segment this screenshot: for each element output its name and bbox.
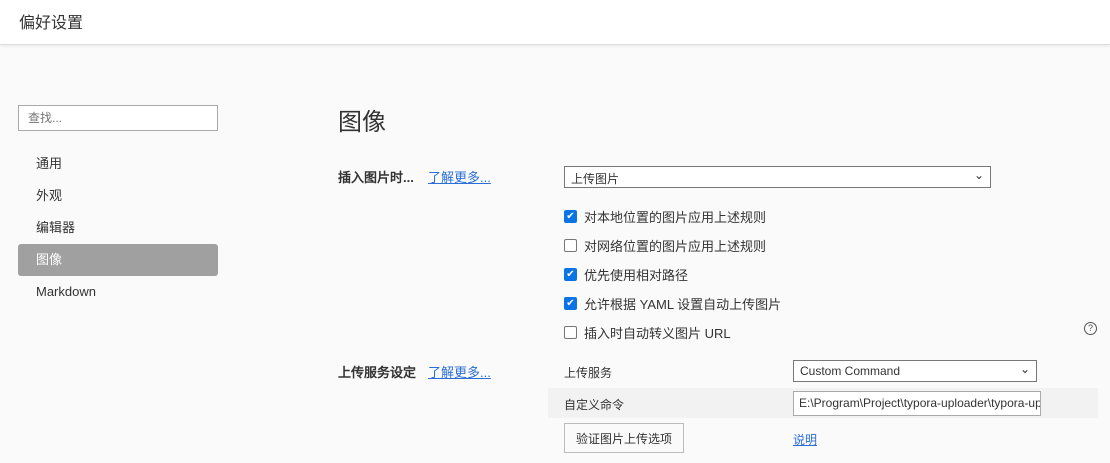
checkbox-label: 对网络位置的图片应用上述规则 [584,239,767,254]
window-header: 偏好设置 [0,0,1110,45]
custom-command-input[interactable]: E:\Program\Project\typora-uploader\typor… [793,391,1041,416]
checkbox-label: 插入时自动转义图片 URL [584,326,731,341]
checkbox-checked-icon: ✔ [564,210,577,223]
upload-service-select[interactable]: Custom Command ⌄ [793,360,1037,382]
search-input[interactable] [18,105,218,131]
checkbox-local-images[interactable]: ✔ 对本地位置的图片应用上述规则 [564,207,766,226]
verify-upload-button[interactable]: 验证图片上传选项 [564,423,684,453]
insert-learn-more-link[interactable]: 了解更多... [428,167,491,186]
checkbox-network-images[interactable]: 对网络位置的图片应用上述规则 [564,236,766,255]
select-value: 上传图片 [571,172,620,186]
sidebar-item-markdown[interactable]: Markdown [18,276,218,308]
window-title: 偏好设置 [19,15,84,32]
select-value: Custom Command [800,364,901,378]
sidebar-item-image[interactable]: 图像 [18,244,218,276]
upload-service-settings-label: 上传服务设定 [338,365,417,380]
upload-service-label: 上传服务 [564,366,613,380]
insert-action-select[interactable]: 上传图片 ⌄ [564,166,991,188]
chevron-down-icon: ⌄ [973,168,984,182]
checkbox-label: 优先使用相对路径 [584,268,689,283]
help-icon[interactable]: ? [1084,322,1097,335]
docs-link[interactable]: 说明 [793,431,817,448]
sidebar-item-general[interactable]: 通用 [18,148,218,180]
checkbox-yaml-upload[interactable]: ✔ 允许根据 YAML 设置自动上传图片 [564,294,781,313]
checkbox-escape-url[interactable]: 插入时自动转义图片 URL [564,323,731,342]
checkbox-relative-path[interactable]: ✔ 优先使用相对路径 [564,265,688,284]
checkbox-label: 允许根据 YAML 设置自动上传图片 [584,297,782,312]
checkbox-checked-icon: ✔ [564,268,577,281]
sidebar-item-appearance[interactable]: 外观 [18,180,218,212]
checkbox-checked-icon: ✔ [564,297,577,310]
upload-learn-more-link[interactable]: 了解更多... [428,362,491,381]
page-title: 图像 [338,109,386,136]
checkbox-label: 对本地位置的图片应用上述规则 [584,210,767,225]
checkbox-unchecked-icon [564,239,577,252]
custom-command-label: 自定义命令 [564,398,625,412]
checkbox-unchecked-icon [564,326,577,339]
chevron-down-icon: ⌄ [1019,362,1030,376]
insert-image-label: 插入图片时... [338,170,414,185]
sidebar-nav: 通用 外观 编辑器 图像 Markdown [18,148,218,308]
sidebar-item-editor[interactable]: 编辑器 [18,212,218,244]
